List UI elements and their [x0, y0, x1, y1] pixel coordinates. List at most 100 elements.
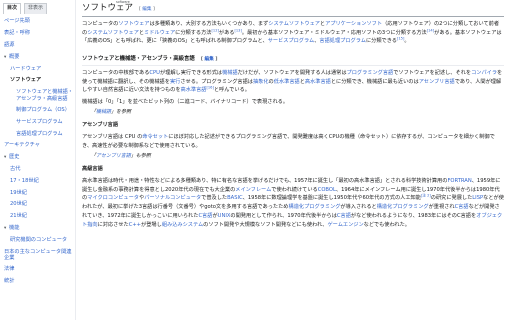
wiki-link[interactable]: 低水準言語: [274, 79, 300, 85]
toc-item-label[interactable]: 古代: [10, 166, 20, 172]
wiki-link[interactable]: BASIC: [227, 195, 243, 201]
toc-item[interactable]: ソフトウェアと機械語・アセンブラ・高級言語: [4, 87, 75, 105]
toc-item-label[interactable]: 統計: [4, 278, 14, 284]
wiki-link[interactable]: 言語処理プログラム: [319, 38, 366, 44]
wiki-link[interactable]: サービスプログラム: [268, 38, 315, 44]
wiki-link[interactable]: プログラミング言語: [347, 70, 394, 76]
toc-item[interactable]: ▾ 歴史: [4, 152, 75, 164]
toc-item-label[interactable]: 日本の主なコンピュータ関連企業: [4, 249, 71, 262]
wiki-link[interactable]: 実行: [170, 79, 180, 85]
wiki-link[interactable]: アセンブリ言語: [419, 79, 455, 85]
wiki-link[interactable]: 機械語: [96, 109, 111, 115]
toc-item-label[interactable]: 語源: [4, 42, 14, 48]
toc-item[interactable]: 日本の主なコンピュータ関連企業: [4, 246, 75, 264]
wiki-link[interactable]: メインフレーム: [235, 187, 271, 193]
wiki-link[interactable]: 高水準言語: [305, 79, 331, 85]
toc-item-label[interactable]: 機能: [9, 225, 19, 231]
toc-item-label[interactable]: 17・18世紀: [10, 178, 39, 184]
toc-item-label[interactable]: 言語処理プログラム: [16, 131, 63, 137]
toc-item[interactable]: ソフトウェア: [4, 75, 75, 87]
toc-item[interactable]: 言語処理プログラム: [4, 128, 75, 140]
edit-label[interactable]: 編集: [205, 57, 214, 62]
toc-item[interactable]: 表記・呼称: [4, 28, 75, 40]
toc-item[interactable]: 法律: [4, 264, 75, 276]
wiki-link[interactable]: UNIX: [218, 213, 231, 219]
wiki-link[interactable]: CPU: [149, 70, 160, 76]
toc-item[interactable]: 研究機関のコンピュータ: [4, 234, 75, 246]
toc-item-label[interactable]: 表記・呼称: [4, 30, 30, 36]
toc-item-label[interactable]: 研究機関のコンピュータ: [10, 237, 67, 243]
toc-item-label[interactable]: サービスプログラム: [16, 119, 63, 125]
toc-item[interactable]: 語源: [4, 40, 75, 52]
subsubsection-heading-high-level: 高級言語: [82, 166, 103, 173]
footnote-ref[interactable]: [注 2]: [421, 194, 431, 198]
toc-item[interactable]: 20世紀: [4, 199, 75, 211]
text-run: で使われ続けている: [271, 186, 318, 193]
wiki-link[interactable]: アプリケーションソフト: [325, 21, 382, 27]
toc-item[interactable]: ハードウェア: [4, 63, 75, 75]
toc-sidebar: 目次 非表示 ページ先頭表記・呼称語源 ▾ 概要ハードウェア ソフトウェアソフトウェア…: [0, 0, 76, 320]
edit-link[interactable]: [ 編集 ]: [139, 7, 155, 12]
wiki-link[interactable]: 高水準言語: [181, 87, 207, 93]
wiki-link[interactable]: 機械語: [222, 70, 238, 76]
wiki-link[interactable]: LISP: [472, 195, 483, 201]
wiki-link[interactable]: C言語: [198, 213, 212, 219]
toc-item-label[interactable]: 19世紀: [10, 190, 27, 196]
text-run: 、1958年に数理論理学を基盤に誕生し1950年代や60年代の方式の人工知能: [242, 195, 421, 202]
toc-item-label[interactable]: 概要: [9, 54, 19, 60]
toc-item[interactable]: 17・18世紀: [4, 175, 75, 187]
tab-contents[interactable]: 目次: [3, 3, 22, 14]
text-run: は多種類あり、大別する方法もいくつかあり、まず: [149, 20, 269, 27]
footnote-ref[interactable]: [12]: [212, 28, 219, 32]
wiki-link[interactable]: 抽象化: [253, 79, 269, 85]
toc-item-label[interactable]: ソフトウェアと機械語・アセンブラ・高級言語: [16, 89, 73, 102]
toc-item-label[interactable]: アーキテクチャ: [4, 142, 40, 148]
wiki-link[interactable]: ミドルウェア: [144, 30, 175, 36]
edit-link[interactable]: [ 編集 ]: [201, 57, 218, 62]
wiki-link[interactable]: C言語: [337, 213, 351, 219]
wiki-link[interactable]: 命令セット: [142, 134, 168, 140]
toc-item[interactable]: 古代: [4, 164, 75, 176]
toc-item[interactable]: サービスプログラム: [4, 116, 75, 128]
wiki-link[interactable]: ソフトウェア: [118, 21, 149, 27]
wiki-link[interactable]: マイクロコンピュータ: [87, 195, 139, 201]
text-run: に対応させた: [97, 221, 129, 228]
wiki-link[interactable]: コンパイラ: [471, 70, 497, 76]
toc-item-label[interactable]: 制御プログラム（OS）: [16, 107, 70, 113]
text-run: 。: [404, 38, 410, 45]
wiki-link[interactable]: システムソフトウェア: [268, 21, 320, 27]
wiki-link[interactable]: アセンブリ言語: [96, 153, 131, 159]
text-run: 。最初から基本ソフトウェア・ミドルウェア・応用ソフトの3つに分類する方法: [241, 29, 427, 36]
wiki-link[interactable]: 組み込みシステム: [162, 222, 203, 228]
wiki-link[interactable]: ゲームエンジン: [327, 222, 363, 228]
wiki-link[interactable]: パーソナルコンピュータ: [144, 195, 201, 201]
toc-item[interactable]: ページ先頭: [4, 16, 75, 28]
wiki-link[interactable]: 構造化プログラミング: [289, 204, 341, 210]
toc-item[interactable]: 21世紀: [4, 211, 75, 223]
toc-item-label[interactable]: ソフトウェア: [10, 77, 41, 83]
wiki-link[interactable]: 構造化プログラミング: [377, 204, 429, 210]
wiki-link[interactable]: C言語: [455, 204, 469, 210]
toc-item-label[interactable]: 歴史: [9, 154, 19, 160]
wiki-link[interactable]: COBOL: [318, 187, 336, 193]
toc-item[interactable]: ▾ 機能: [4, 223, 75, 235]
toc-item-label[interactable]: ハードウェア: [10, 66, 41, 72]
toc-item[interactable]: アーキテクチャ: [4, 140, 75, 152]
toc-item-label[interactable]: 20世紀: [10, 201, 27, 207]
wiki-link[interactable]: C++: [129, 222, 141, 228]
wiki-link[interactable]: FORTRAN: [447, 178, 471, 184]
footnote-ref[interactable]: [13]: [234, 28, 241, 32]
toc-item[interactable]: 制御プログラム（OS）: [4, 105, 75, 117]
toc-item-label[interactable]: 法律: [4, 266, 14, 272]
tab-hide[interactable]: 非表示: [24, 3, 48, 14]
wiki-link[interactable]: システムソフトウェア: [87, 30, 139, 36]
text-run: 」も参照: [130, 152, 151, 159]
toc-item[interactable]: 統計: [4, 276, 75, 288]
toc-item[interactable]: ▾ 概要: [4, 51, 75, 63]
footnote-ref[interactable]: [16]: [206, 86, 213, 90]
toc-item-label[interactable]: 21世紀: [10, 213, 27, 219]
toc-item[interactable]: 19世紀: [4, 187, 75, 199]
edit-label[interactable]: 編集: [142, 7, 151, 12]
toc-item-label[interactable]: ページ先頭: [4, 18, 30, 24]
text-run: の開発用として作られ、1970年代後半からは: [230, 212, 337, 219]
